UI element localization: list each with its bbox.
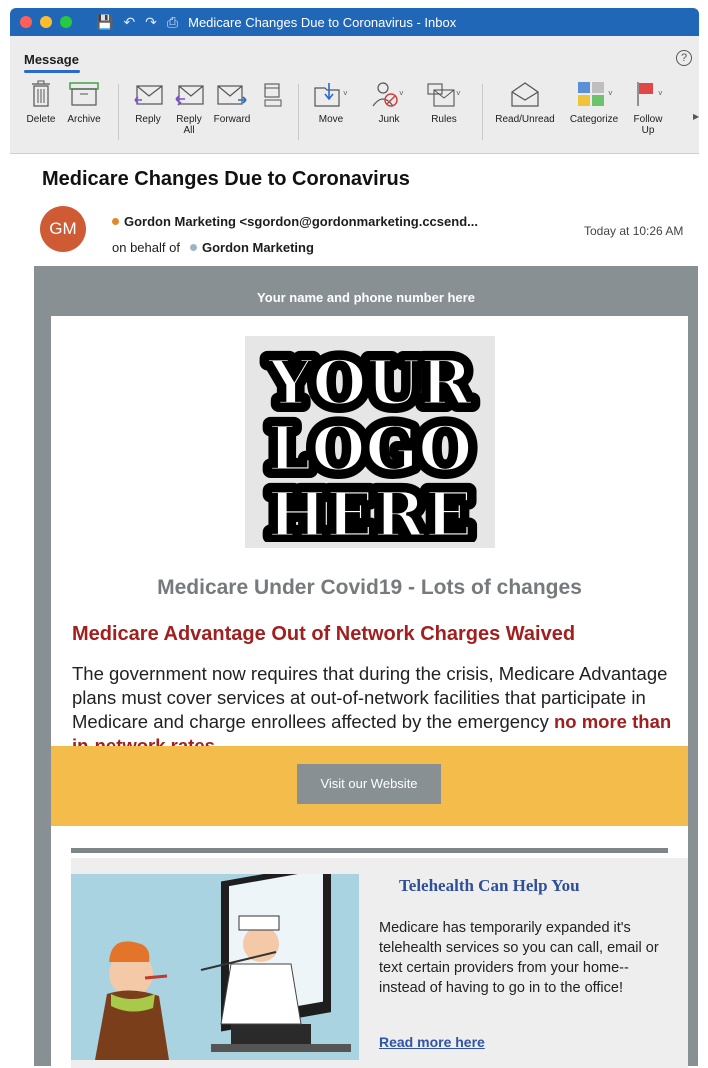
svg-text:˅: ˅ <box>456 89 461 98</box>
avatar: GM <box>40 206 86 252</box>
ribbon-separator <box>482 84 483 140</box>
svg-text:˅: ˅ <box>343 89 348 98</box>
redo-icon[interactable]: ↷ <box>145 14 157 31</box>
junk-icon: ˅ <box>372 82 404 107</box>
divider-section <box>51 826 688 858</box>
rules-label: Rules <box>431 114 457 125</box>
minimize-window-button[interactable] <box>40 16 52 28</box>
telehealth-text: Medicare has temporarily expanded it's t… <box>379 920 659 996</box>
cta-band: Visit our Website <box>51 746 688 826</box>
reply-button[interactable]: Reply <box>130 80 166 125</box>
reply-label: Reply <box>135 114 161 125</box>
forward-label: Forward <box>213 114 251 125</box>
divider <box>71 848 668 853</box>
calendar-reply-icon <box>264 83 282 107</box>
ribbon-separator <box>118 84 119 140</box>
ribbon: Message ? Delete Archive Reply Reply All… <box>10 36 699 154</box>
reply-all-label: Reply All <box>176 114 202 136</box>
svg-text:˅: ˅ <box>658 89 663 98</box>
email-top-line: Your name and phone number here <box>257 290 475 305</box>
logo-placeholder: YOUR YOUR LOGO LOGO HERE HERE <box>245 336 495 548</box>
categorize-icon: ˅ <box>578 82 613 106</box>
logo-line-3-fill: HERE <box>268 478 473 542</box>
message-subject: Medicare Changes Due to Coronavirus <box>42 168 410 190</box>
tab-message[interactable]: Message <box>24 52 79 67</box>
meeting-button[interactable] <box>258 80 286 114</box>
save-icon[interactable]: 💾 <box>96 14 113 31</box>
on-behalf-line: on behalf of Gordon Marketing <box>112 240 314 255</box>
move-folder-icon: ˅ <box>314 83 348 107</box>
delete-button[interactable]: Delete <box>24 80 58 125</box>
sender-status-dot <box>112 218 119 225</box>
telehealth-panel: Telehealth Can Help You Medicare has tem… <box>51 858 688 1068</box>
flag-icon: ˅ <box>637 82 663 106</box>
email-paragraph: The government now requires that during … <box>72 662 672 758</box>
sender-name[interactable]: Gordon Marketing <sgordon@gordonmarketin… <box>124 214 478 229</box>
print-icon[interactable]: ⎙ <box>167 14 178 31</box>
archive-button[interactable]: Archive <box>64 80 104 125</box>
svg-text:˅: ˅ <box>399 89 404 98</box>
envelope-open-icon <box>511 82 539 107</box>
trash-icon <box>32 80 50 107</box>
tab-underline <box>24 70 80 73</box>
reply-icon <box>134 85 163 105</box>
behalf-status-dot <box>189 244 197 251</box>
archive-icon <box>69 82 99 106</box>
follow-up-button[interactable]: ˅ Follow Up <box>624 80 672 136</box>
telehealth-illustration <box>71 874 359 1060</box>
rules-icon: ˅ <box>427 83 461 107</box>
window-title: Medicare Changes Due to Coronavirus - In… <box>188 14 457 30</box>
read-more-link[interactable]: Read more here <box>379 1034 485 1050</box>
svg-text:˅: ˅ <box>608 89 613 98</box>
read-unread-button[interactable]: Read/Unread <box>486 80 564 125</box>
visit-website-button[interactable]: Visit our Website <box>297 764 441 804</box>
reply-all-icon <box>175 85 204 106</box>
email-main-panel: YOUR YOUR LOGO LOGO HERE HERE Medicare U… <box>51 316 688 756</box>
email-heading: Medicare Under Covid19 - Lots of changes <box>157 576 582 599</box>
move-label: Move <box>318 114 344 125</box>
ribbon-separator <box>298 84 299 140</box>
zoom-window-button[interactable] <box>60 16 72 28</box>
archive-label: Archive <box>67 114 101 125</box>
email-body: Your name and phone number here YOUR YOU… <box>34 266 698 1068</box>
forward-button[interactable]: Forward <box>210 80 254 125</box>
reply-all-button[interactable]: Reply All <box>170 80 208 136</box>
window-titlebar: 💾 ↶ ↷ ⎙ Medicare Changes Due to Coronavi… <box>10 8 699 36</box>
delete-label: Delete <box>26 114 56 125</box>
email-subheading: Medicare Advantage Out of Network Charge… <box>72 623 576 645</box>
read-unread-label: Read/Unread <box>495 114 555 125</box>
help-button[interactable]: ? <box>676 50 692 66</box>
junk-button[interactable]: ˅ Junk <box>366 80 412 125</box>
junk-label: Junk <box>378 114 400 125</box>
message-time: Today at 10:26 AM <box>584 224 684 238</box>
telehealth-heading: Telehealth Can Help You <box>399 876 580 895</box>
sender-line[interactable]: Gordon Marketing <sgordon@gordonmarketin… <box>112 214 478 229</box>
logo-image: YOUR YOUR LOGO LOGO HERE HERE <box>259 342 480 542</box>
on-behalf-name[interactable]: Gordon Marketing <box>202 240 314 255</box>
move-button[interactable]: ˅ Move <box>306 80 356 125</box>
close-window-button[interactable] <box>20 16 32 28</box>
follow-up-label: Follow Up <box>633 114 663 136</box>
logo-line-2-fill: LOGO <box>268 412 473 485</box>
categorize-button[interactable]: ˅ Categorize <box>564 80 624 125</box>
on-behalf-label: on behalf of <box>112 240 180 255</box>
undo-icon[interactable]: ↶ <box>123 14 135 31</box>
categorize-label: Categorize <box>569 114 619 125</box>
logo-line-1-fill: YOUR <box>267 346 472 419</box>
telehealth-card: Telehealth Can Help You Medicare has tem… <box>71 858 688 1068</box>
ribbon-overflow-icon[interactable]: ▶ <box>693 112 699 121</box>
forward-icon <box>217 85 247 105</box>
rules-button[interactable]: ˅ Rules <box>420 80 468 125</box>
